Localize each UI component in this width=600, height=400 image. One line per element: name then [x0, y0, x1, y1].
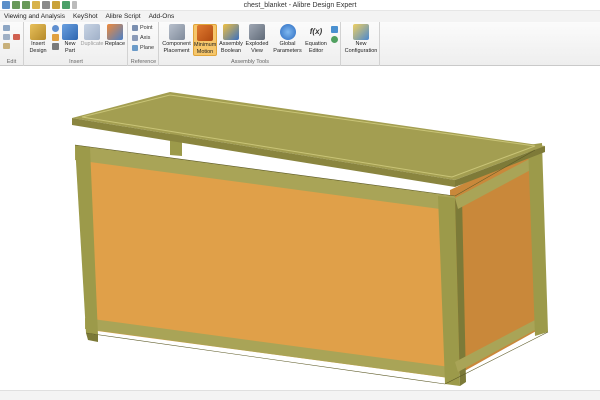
assembly-boolean-button[interactable]: Assembly Boolean: [219, 24, 243, 54]
insert-design-icon: [30, 24, 46, 40]
group-insert: Insert Design New Part Duplicate Replace…: [25, 22, 128, 66]
delete-icon[interactable]: [13, 34, 20, 40]
configuration-small-icon[interactable]: [331, 26, 338, 33]
cut-icon[interactable]: [3, 25, 10, 31]
component-placement-button[interactable]: Component Placement: [161, 24, 192, 54]
insert-option2-icon[interactable]: [52, 34, 59, 41]
global-parameters-button[interactable]: Global Parameters: [273, 24, 302, 54]
minimum-motion-button[interactable]: Minimum Motion: [193, 24, 217, 56]
minimum-motion-icon: [197, 25, 213, 41]
point-icon: [132, 25, 138, 31]
axis-icon: [132, 35, 138, 41]
group-assembly-tools: Component Placement Minimum Motion Assem…: [160, 22, 341, 66]
paste-icon[interactable]: [3, 43, 10, 49]
insert-design-button[interactable]: Insert Design: [27, 24, 49, 54]
equation-editor-button[interactable]: f(x) Equation Editor: [303, 24, 329, 54]
insert-option-icon[interactable]: [52, 25, 59, 32]
replace-icon: [107, 24, 123, 40]
group-reference: Point Axis Plane Reference: [129, 22, 159, 66]
group-label-edit: Edit: [6, 59, 17, 65]
new-part-button[interactable]: New Part: [61, 24, 79, 54]
group-label-reference: Reference: [130, 59, 157, 65]
tab-add-ons[interactable]: Add-Ons: [145, 11, 179, 22]
exploded-view-button[interactable]: Exploded View: [245, 24, 269, 54]
tab-viewing-and-analysis[interactable]: Viewing and Analysis: [0, 11, 69, 22]
window-title: chest_blanket - Alibre Design Expert: [243, 2, 357, 9]
group-label-assembly-tools: Assembly Tools: [230, 59, 270, 65]
point-button[interactable]: Point: [132, 25, 153, 31]
chest-model[interactable]: [0, 67, 600, 400]
group-configuration: New Configuration: [342, 22, 380, 66]
insert-option3-icon[interactable]: [52, 43, 59, 50]
axis-button[interactable]: Axis: [132, 35, 150, 41]
status-strip: [0, 390, 600, 400]
tab-keyshot[interactable]: KeyShot: [69, 11, 102, 22]
new-part-icon: [62, 24, 78, 40]
replace-button[interactable]: Replace: [104, 24, 126, 48]
ribbon: Edit Insert Design New Part Duplicate Re…: [0, 22, 600, 66]
group-label-insert: Insert: [69, 59, 83, 65]
copy-icon[interactable]: [3, 34, 10, 40]
title-bar: chest_blanket - Alibre Design Expert: [0, 0, 600, 11]
new-configuration-icon: [353, 24, 369, 40]
3d-viewport[interactable]: [0, 67, 600, 400]
tab-alibre-script[interactable]: Alibre Script: [102, 11, 145, 22]
menu-bar: Viewing and Analysis KeyShot Alibre Scri…: [0, 11, 600, 22]
new-configuration-button[interactable]: New Configuration: [343, 24, 379, 54]
duplicate-button[interactable]: Duplicate: [80, 24, 104, 48]
configuration-small2-icon[interactable]: [331, 36, 338, 43]
global-parameters-icon: [279, 24, 296, 40]
plane-icon: [132, 45, 138, 51]
equation-editor-icon: f(x): [309, 27, 323, 36]
component-placement-icon: [168, 24, 185, 40]
assembly-boolean-icon: [223, 24, 239, 40]
exploded-view-icon: [249, 24, 265, 40]
group-edit: Edit: [0, 22, 24, 66]
plane-button[interactable]: Plane: [132, 45, 154, 51]
duplicate-icon: [84, 24, 100, 40]
